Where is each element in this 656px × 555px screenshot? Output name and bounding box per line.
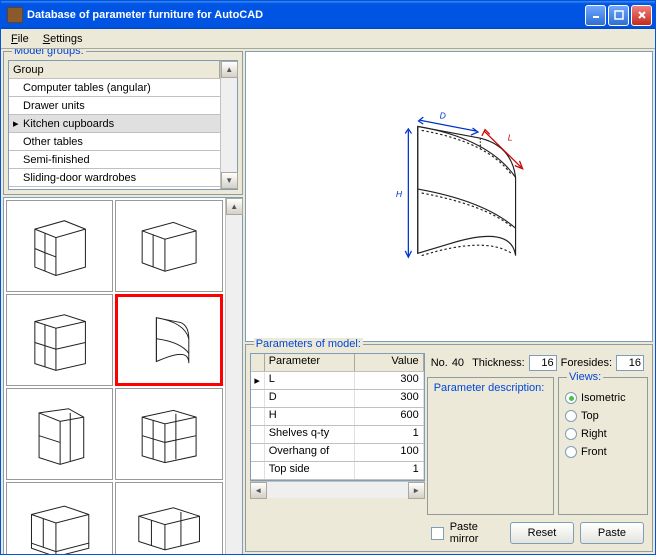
param-row[interactable]: H600 [251, 408, 424, 426]
group-item[interactable]: Computer tables (angular) [9, 79, 220, 97]
model-thumb-1[interactable] [6, 200, 113, 292]
scroll-left-icon[interactable]: ◄ [250, 482, 267, 499]
groups-scrollbar[interactable]: ▲ ▼ [220, 61, 237, 189]
close-button[interactable] [631, 5, 652, 26]
model-thumb-6[interactable] [115, 388, 222, 480]
group-item[interactable]: Sliding-door wardrobes [9, 169, 220, 187]
thumbs-scrollbar[interactable]: ▲ ▼ [225, 198, 242, 554]
group-item[interactable]: ▸Kitchen cupboards [9, 115, 220, 133]
group-item[interactable]: Drawer units [9, 97, 220, 115]
param-row[interactable]: Overhang of100 [251, 444, 424, 462]
foresides-label: Foresides: [561, 357, 612, 369]
scroll-up-icon[interactable]: ▲ [226, 198, 243, 215]
model-thumb-8[interactable] [115, 482, 222, 554]
view-front[interactable]: Front [565, 446, 641, 458]
svg-text:D: D [439, 110, 445, 120]
parameters-legend: Parameters of model: [254, 338, 363, 350]
menu-file[interactable]: File [5, 31, 35, 47]
svg-text:H: H [396, 189, 403, 199]
no-label: No. [431, 357, 448, 369]
view-top[interactable]: Top [565, 410, 641, 422]
scroll-down-icon[interactable]: ▼ [221, 172, 238, 189]
paste-mirror-label: Paste mirror [450, 521, 490, 545]
paste-mirror-checkbox[interactable] [431, 527, 444, 540]
view-isometric[interactable]: Isometric [565, 392, 641, 404]
minimize-button[interactable] [585, 5, 606, 26]
maximize-button[interactable] [608, 5, 629, 26]
param-row[interactable]: Top side1 [251, 462, 424, 480]
model-thumb-3[interactable] [6, 294, 113, 386]
model-thumb-5[interactable] [6, 388, 113, 480]
window-title: Database of parameter furniture for Auto… [27, 9, 263, 21]
param-row[interactable]: Shelves q-ty1 [251, 426, 424, 444]
group-header: Group [9, 61, 220, 79]
view-right[interactable]: Right [565, 428, 641, 440]
svg-text:L: L [508, 132, 513, 142]
views-legend: Views: [567, 371, 603, 383]
param-scrollbar-h[interactable]: ◄ ► [250, 481, 425, 498]
group-item[interactable]: Other tables [9, 133, 220, 151]
model-thumb-2[interactable] [115, 200, 222, 292]
scroll-right-icon[interactable]: ► [408, 482, 425, 499]
no-value: 40 [452, 357, 464, 369]
model-thumb-4[interactable] [115, 294, 222, 386]
foresides-input[interactable] [616, 355, 644, 371]
model-preview: H D L [245, 51, 653, 342]
app-icon [7, 7, 23, 23]
group-item[interactable]: Semi-finished [9, 151, 220, 169]
parameter-table[interactable]: ParameterValue▸L300D300H600Shelves q-ty1… [250, 353, 425, 481]
menu-settings[interactable]: Settings [37, 31, 89, 47]
parameter-description: Parameter description: [427, 377, 554, 515]
model-thumb-7[interactable] [6, 482, 113, 554]
thickness-label: Thickness: [472, 357, 525, 369]
reset-button[interactable]: Reset [510, 522, 574, 544]
thickness-input[interactable] [529, 355, 557, 371]
scroll-up-icon[interactable]: ▲ [221, 61, 238, 78]
paste-button[interactable]: Paste [580, 522, 644, 544]
param-row[interactable]: ▸L300 [251, 372, 424, 390]
groups-legend: Model groups: [12, 49, 86, 57]
param-row[interactable]: D300 [251, 390, 424, 408]
